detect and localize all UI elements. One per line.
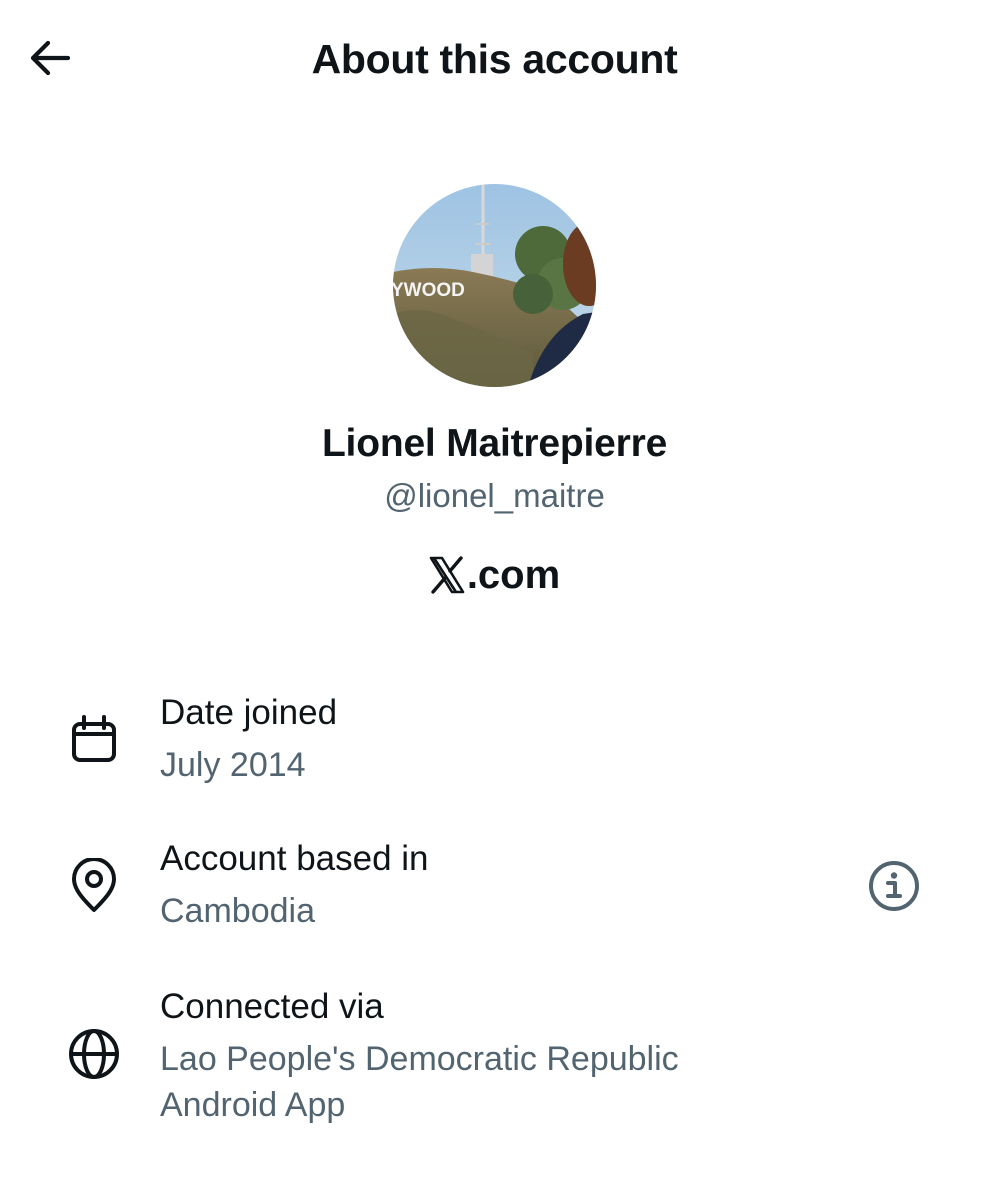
connected-via-row: Connected via Lao People's Democratic Re… xyxy=(0,984,989,1134)
page-title: About this account xyxy=(311,36,678,82)
x-logo-icon xyxy=(429,556,465,594)
platform-domain: .com xyxy=(466,553,561,597)
avatar[interactable]: YWOOD xyxy=(393,184,596,387)
x-com-label: .com xyxy=(0,548,989,602)
top-bar: About this account xyxy=(0,0,989,120)
connected-via-app: Android App xyxy=(160,1086,346,1124)
calendar-icon xyxy=(66,710,122,766)
globe-icon xyxy=(66,1026,122,1082)
username-handle: @lionel_maitre xyxy=(384,477,605,514)
date-joined-row: Date joined July 2014 xyxy=(0,690,989,790)
account-based-in-value: Cambodia xyxy=(160,892,315,930)
location-pin-icon xyxy=(66,858,122,914)
date-joined-value: July 2014 xyxy=(160,746,306,784)
svg-text:YWOOD: YWOOD xyxy=(393,280,465,301)
account-based-in-row: Account based in Cambodia xyxy=(0,836,989,936)
date-joined-label: Date joined xyxy=(160,693,338,732)
display-name: Lionel Maitrepierre xyxy=(321,422,668,465)
account-based-in-label: Account based in xyxy=(160,839,429,878)
connected-via-label: Connected via xyxy=(160,987,384,1026)
info-icon xyxy=(869,861,919,911)
connected-via-country: Lao People's Democratic Republic xyxy=(160,1040,679,1078)
avatar-image: YWOOD xyxy=(393,184,596,387)
info-button[interactable] xyxy=(866,858,922,914)
